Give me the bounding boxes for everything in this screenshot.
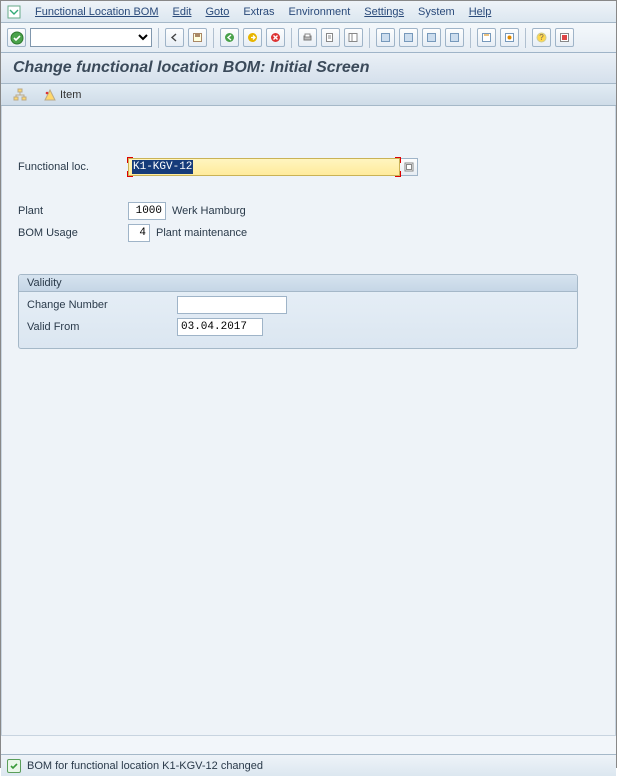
toolbar-separator [291, 28, 292, 48]
back-green-button[interactable] [220, 28, 239, 47]
plant-label: Plant [18, 205, 128, 217]
valid-from-input[interactable] [177, 318, 263, 336]
menu-item-settings[interactable]: Settings [364, 6, 404, 18]
usage-input[interactable] [128, 224, 150, 242]
menu-item-help[interactable]: Help [469, 6, 492, 18]
toolbar-separator [213, 28, 214, 48]
item-label: Item [60, 89, 81, 101]
page-title: Change functional location BOM: Initial … [1, 53, 616, 84]
funcloc-input[interactable] [128, 158, 400, 176]
validity-title: Validity [19, 275, 577, 292]
back-button[interactable] [165, 28, 184, 47]
menu-item-system[interactable]: System [418, 6, 455, 18]
toolbar-separator [369, 28, 370, 48]
change-number-input[interactable] [177, 296, 287, 314]
usage-desc: Plant maintenance [156, 227, 247, 239]
validity-group: Validity Change Number Valid From [18, 274, 578, 349]
item-icon [43, 88, 57, 102]
last-page-button[interactable] [445, 28, 464, 47]
svg-text:?: ? [539, 33, 544, 42]
application-toolbar: Item [1, 84, 616, 106]
content-area: Functional loc. K1-KGV-12 Plant Werk Ham… [1, 106, 616, 776]
new-session-button[interactable] [477, 28, 496, 47]
prev-page-button[interactable] [399, 28, 418, 47]
status-check-icon [7, 759, 21, 773]
first-page-button[interactable] [376, 28, 395, 47]
toolbar-separator [470, 28, 471, 48]
sap-menu-icon[interactable] [7, 5, 21, 19]
change-number-label: Change Number [27, 299, 177, 311]
usage-label: BOM Usage [18, 227, 128, 239]
plant-input[interactable] [128, 202, 166, 220]
print-button[interactable] [298, 28, 317, 47]
valid-from-label: Valid From [27, 321, 177, 333]
standard-toolbar: ? [1, 23, 616, 53]
find-button[interactable] [321, 28, 340, 47]
funcloc-field-wrapper: K1-KGV-12 [128, 158, 418, 176]
enter-button[interactable] [7, 28, 26, 47]
menu-item-edit[interactable]: Edit [173, 6, 192, 18]
funcloc-label: Functional loc. [18, 161, 128, 173]
status-message: BOM for functional location K1-KGV-12 ch… [27, 760, 263, 772]
shortcut-button[interactable] [500, 28, 519, 47]
toolbar-separator [525, 28, 526, 48]
item-button[interactable]: Item [39, 87, 85, 103]
next-page-button[interactable] [422, 28, 441, 47]
command-field[interactable] [30, 28, 152, 47]
menu-item-funcloc-bom[interactable]: Functional Location BOM [35, 6, 159, 18]
funcloc-f4-button[interactable] [400, 158, 418, 176]
command-select[interactable] [30, 28, 152, 47]
menu-item-extras[interactable]: Extras [243, 6, 274, 18]
toolbar-separator [158, 28, 159, 48]
cancel-button[interactable] [266, 28, 285, 47]
menu-item-goto[interactable]: Goto [205, 6, 229, 18]
customize-button[interactable] [555, 28, 574, 47]
find-next-button[interactable] [344, 28, 363, 47]
menu-item-environment[interactable]: Environment [289, 6, 351, 18]
menu-bar: Functional Location BOM Edit Goto Extras… [1, 1, 616, 23]
exit-button[interactable] [243, 28, 262, 47]
help-button[interactable]: ? [532, 28, 551, 47]
header-button[interactable] [9, 87, 31, 103]
hierarchy-icon [13, 88, 27, 102]
plant-desc: Werk Hamburg [172, 205, 246, 217]
save-button[interactable] [188, 28, 207, 47]
status-bar: BOM for functional location K1-KGV-12 ch… [1, 754, 616, 776]
